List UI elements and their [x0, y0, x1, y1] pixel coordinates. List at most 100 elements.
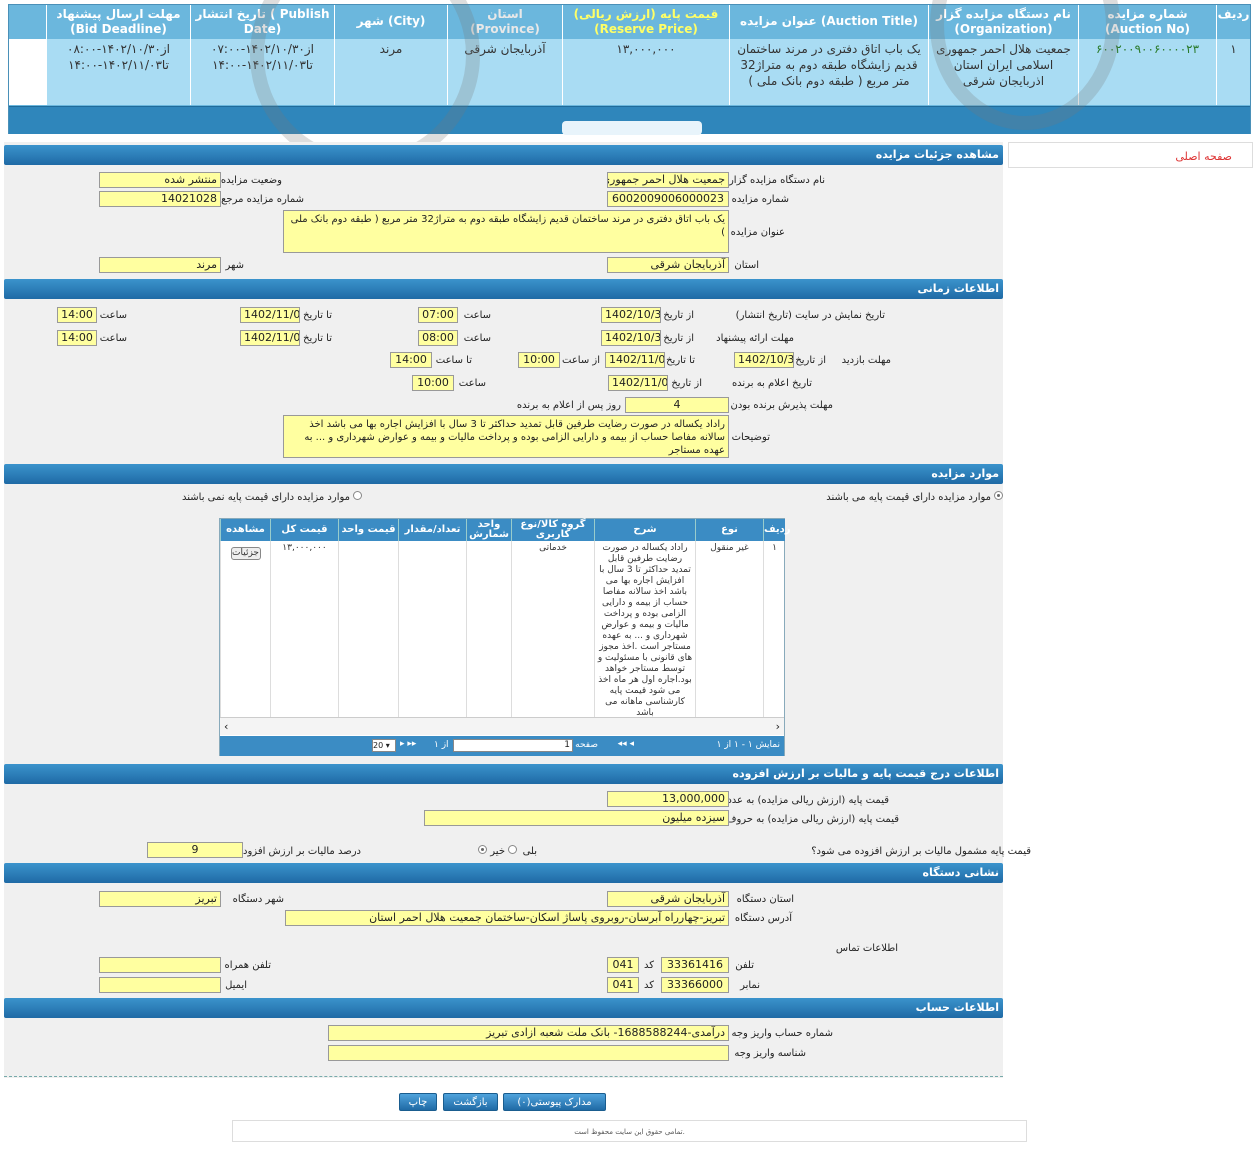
auction-title-label: عنوان مزایده	[730, 227, 785, 238]
visit-from-hour[interactable]: 10:00	[518, 352, 560, 368]
grid-cell-index: ۱	[763, 541, 785, 717]
auction-no-label: شماره مزایده	[731, 194, 789, 205]
visit-from-date[interactable]: 1402/10/30	[734, 352, 794, 368]
bid-from-hour[interactable]: 08:00	[418, 330, 458, 346]
section-header-address: نشانی دستگاه	[4, 863, 1003, 883]
auction-title-field[interactable]: یک باب اتاق دفتری در مرند ساختمان قدیم ز…	[283, 210, 729, 253]
city-label: شهر	[225, 260, 244, 271]
col-header-index: ردیف	[1216, 5, 1250, 39]
display-from-label: از تاریخ	[663, 310, 694, 321]
col-header-deadline: مهلت ارسال پیشنهاد (Bid Deadline)	[46, 5, 190, 39]
without-price-label: موارد مزایده دارای قیمت پایه نمی باشند	[182, 492, 350, 503]
city-field[interactable]: مرند	[99, 257, 221, 273]
grid-cell-unit	[466, 541, 511, 717]
email-field[interactable]	[99, 977, 221, 993]
vat-yes-radio[interactable]	[508, 845, 517, 854]
pager-nav-first-icon[interactable]: ◂◂ ◂	[618, 739, 634, 749]
grid-cell-type: غیر منقول	[695, 541, 763, 717]
winner-date[interactable]: 1402/11/04	[608, 375, 668, 391]
mobile-field[interactable]	[99, 957, 221, 973]
price-number-field[interactable]: 13,000,000	[607, 791, 729, 807]
section-header-timing: اطلاعات زمانی	[4, 279, 1003, 299]
bid-from-hour-label: ساعت	[463, 333, 491, 344]
winner-from-label: از تاریخ	[671, 378, 702, 389]
section-header-account: اطلاعات حساب	[4, 998, 1003, 1018]
price-words-field[interactable]: سیزده میلیون	[424, 810, 729, 826]
notes-field[interactable]: راداد یکساله در صورت رضایت طرفین قابل تم…	[283, 415, 729, 458]
summary-deadline: از۱۴۰۲/۱۰/۳۰-۰۸:۰۰ تا۱۴۰۲/۱۱/۰۳-۱۴:۰۰	[46, 39, 190, 105]
details-button[interactable]: جزئیات	[230, 547, 261, 560]
payment-id-label: شناسه واریز وجه	[734, 1048, 806, 1059]
accept-label: مهلت پذیرش برنده بودن	[730, 400, 834, 411]
copyright-text: تمامی حقوق این سایت محفوظ است.	[574, 1128, 685, 1136]
winner-hour[interactable]: 10:00	[412, 375, 454, 391]
notes-label: توضیحات	[731, 432, 770, 443]
summary-scroll-handle[interactable]	[562, 121, 702, 135]
vat-percent-label: درصد مالیات بر ارزش افزوده	[237, 846, 361, 857]
auction-no-field[interactable]: 6002009006000023	[607, 191, 729, 207]
org-address-field[interactable]: تبریز-چهارراه آبرسان-روبروی پاساژ اسکان-…	[285, 910, 729, 926]
grid-header-view: مشاهده	[220, 519, 270, 541]
account-no-field[interactable]: درآمدی-1688588244- بانک ملت شعبه ازادی ت…	[328, 1025, 729, 1041]
section-header-details: مشاهده جزئیات مزایده	[4, 145, 1003, 165]
display-from-hour[interactable]: 07:00	[418, 307, 458, 323]
vat-no-radio[interactable]	[478, 845, 487, 854]
phone-code-field[interactable]: 041	[607, 957, 639, 973]
summary-blank	[9, 39, 46, 105]
pager-size-select[interactable]: 20 ▾	[372, 739, 396, 752]
pager-of-label: از ۱	[434, 740, 449, 750]
attachments-button[interactable]: مدارک پیوستی(۰)	[503, 1093, 606, 1111]
print-button[interactable]: چاپ	[399, 1093, 437, 1111]
fax-code-field[interactable]: 041	[607, 977, 639, 993]
pager-page-input[interactable]: 1	[453, 739, 573, 752]
fax-code-label: کد	[643, 980, 654, 991]
display-from-date[interactable]: 1402/10/30	[601, 307, 661, 323]
visit-to-date[interactable]: 1402/11/02	[605, 352, 665, 368]
grid-header-type: نوع	[695, 519, 763, 541]
bid-to-hour-label: ساعت	[99, 333, 127, 344]
visit-from-hour-label: از ساعت	[562, 355, 600, 366]
summary-title[interactable]: یک باب اتاق دفتری در مرند ساختمان قدیم ز…	[729, 39, 928, 105]
scroll-left-icon[interactable]: ‹	[224, 720, 228, 733]
phone-field[interactable]: 33361416	[661, 957, 729, 973]
org-address-label: آدرس دستگاه	[734, 913, 792, 924]
without-price-radio[interactable]	[353, 491, 362, 500]
pager-page-label: صفحه	[575, 740, 598, 750]
grid-header-index: ردیف	[763, 519, 791, 541]
display-to-date[interactable]: 1402/11/03	[240, 307, 300, 323]
pager-summary: نمایش ۱ - ۱ از ۱	[716, 740, 780, 750]
home-link[interactable]: صفحه اصلی	[1175, 150, 1232, 163]
grid-header-qty: تعداد/مقدار	[398, 519, 466, 541]
with-price-radio[interactable]	[994, 491, 1003, 500]
ref-no-field[interactable]: 14021028	[99, 191, 221, 207]
province-field[interactable]: آذربایجان شرقی	[607, 257, 729, 273]
grid-pager: نمایش ۱ - ۱ از ۱ ◂◂ ◂ صفحه 1 از ۱ ▸ ▸▸ 2…	[220, 736, 784, 756]
scroll-right-icon[interactable]: ›	[776, 720, 780, 733]
divider	[4, 1076, 1003, 1077]
grid-cell-desc: راداد یکساله در صورت رضایت طرفین قابل تم…	[594, 541, 695, 717]
section-header-price: اطلاعات درج قیمت پایه و مالیات بر ارزش ا…	[4, 764, 1003, 784]
grid-horizontal-scrollbar[interactable]: ‹ ›	[220, 717, 784, 735]
org-city-field[interactable]: تبریز	[99, 891, 221, 907]
pager-nav-next-icon[interactable]: ▸ ▸▸	[400, 739, 416, 749]
accept-days-field[interactable]: 4	[625, 397, 729, 413]
visit-to-hour[interactable]: 14:00	[390, 352, 432, 368]
fax-field[interactable]: 33366000	[661, 977, 729, 993]
org-field[interactable]: جمعیت هلال احمر جمهوری	[607, 172, 729, 188]
display-to-hour[interactable]: 14:00	[57, 307, 97, 323]
org-province-field[interactable]: آذربایجان شرقی	[607, 891, 729, 907]
payment-id-field[interactable]	[328, 1045, 729, 1061]
status-field[interactable]: منتشر شده	[99, 172, 221, 188]
price-number-label: قیمت پایه (ارزش ریالی مزایده) به عدد	[727, 795, 889, 806]
vat-percent-field[interactable]: 9	[147, 842, 243, 858]
col-header-price: قیمت پایه (ارزش ریالی) (Reserve Price)	[562, 5, 729, 39]
bid-to-date[interactable]: 1402/11/03	[240, 330, 300, 346]
grid-header-unit-price: قیمت واحد	[338, 519, 398, 541]
phone-code-label: کد	[643, 960, 654, 971]
bid-from-date[interactable]: 1402/10/30	[601, 330, 661, 346]
items-grid: ردیف نوع شرح گروه کالا/نوع کاربری واحد ش…	[219, 518, 791, 756]
bid-to-hour[interactable]: 14:00	[57, 330, 97, 346]
back-button[interactable]: بازگشت	[443, 1093, 498, 1111]
accept-suffix: روز پس از اعلام به برنده	[516, 400, 621, 411]
fax-label: نمابر	[740, 980, 760, 991]
